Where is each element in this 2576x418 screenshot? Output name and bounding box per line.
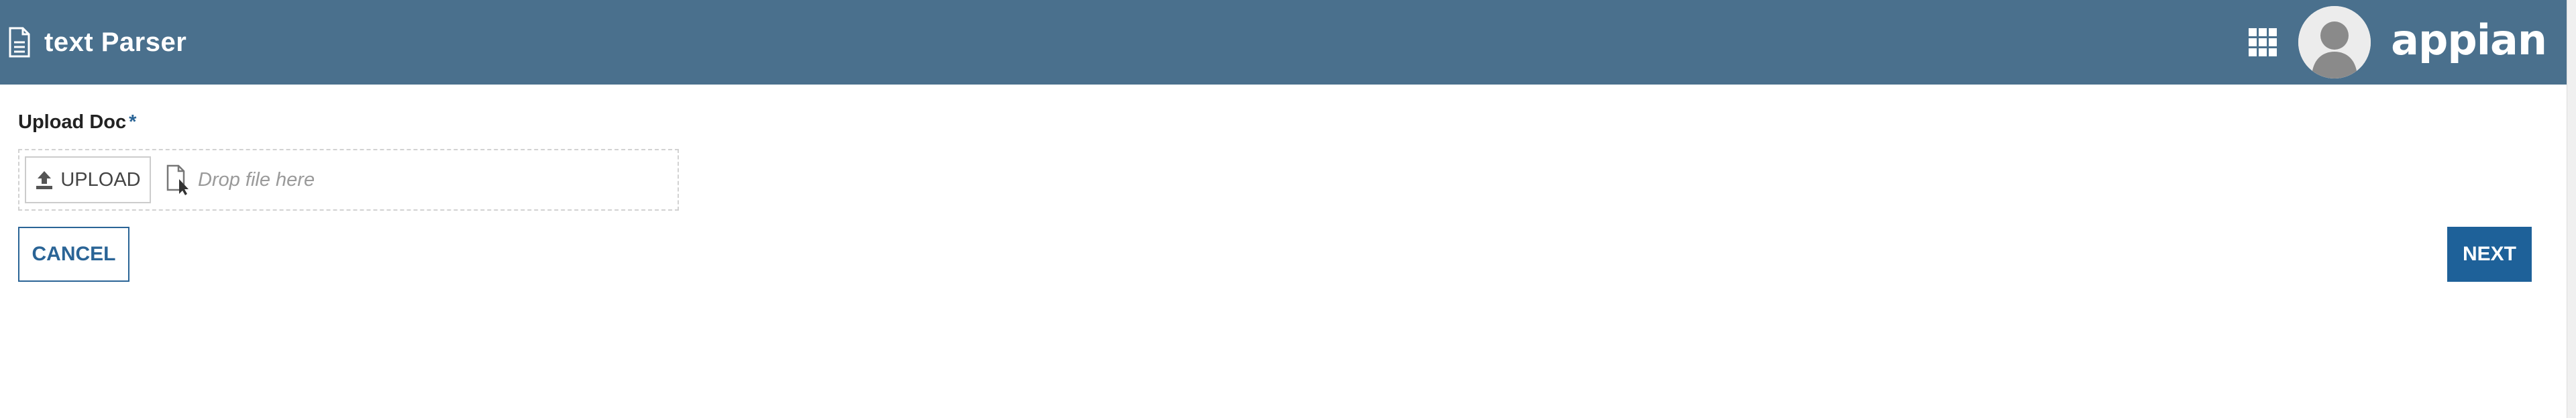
app-window: text Parser appian Upload Doc * UPLOAD D… — [0, 0, 2576, 418]
file-drop-icon — [166, 164, 190, 195]
upload-button-label: UPLOAD — [60, 168, 141, 191]
user-avatar-icon[interactable] — [2298, 6, 2371, 79]
scrollbar[interactable] — [2567, 0, 2576, 418]
document-icon — [8, 27, 31, 58]
header-bar: text Parser appian — [0, 0, 2567, 85]
header-right: appian — [2247, 0, 2547, 85]
upload-doc-label: Upload Doc * — [18, 111, 136, 134]
cancel-button[interactable]: CANCEL — [18, 227, 129, 282]
brand-logo: appian — [2391, 15, 2547, 64]
file-drop-zone[interactable]: UPLOAD Drop file here — [18, 149, 679, 211]
app-title: text Parser — [44, 27, 187, 57]
drop-placeholder: Drop file here — [198, 168, 315, 191]
header-left: text Parser — [0, 27, 186, 58]
upload-button[interactable]: UPLOAD — [25, 156, 151, 203]
app-grid-icon[interactable] — [2247, 27, 2278, 58]
required-marker: * — [129, 111, 137, 133]
upload-arrow-icon — [35, 170, 54, 190]
next-button[interactable]: NEXT — [2447, 227, 2532, 282]
upload-doc-label-text: Upload Doc — [18, 111, 127, 133]
